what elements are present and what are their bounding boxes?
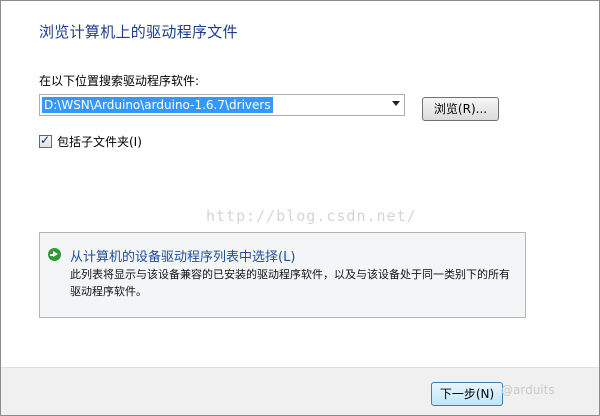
include-subfolders-row[interactable]: ✓ 包括子文件夹(I) (39, 133, 142, 149)
checkmark-icon: ✓ (40, 132, 51, 147)
green-arrow-icon (48, 248, 61, 261)
driver-path-input[interactable]: D:\WSN\Arduino\arduino-1.6.7\drivers (42, 97, 273, 113)
search-location-label: 在以下位置搜索驱动程序软件: (39, 74, 200, 88)
center-watermark: http://blog.csdn.net/ (206, 207, 417, 225)
driver-browse-dialog: 浏览计算机上的驱动程序文件 在以下位置搜索驱动程序软件: D:\WSN\Ardu… (0, 0, 600, 416)
footer-watermark: @arduits (501, 383, 555, 397)
dialog-footer: 下一步(N) @arduits (1, 367, 599, 415)
pick-from-list-title[interactable]: 从计算机的设备驱动程序列表中选择(L) (70, 246, 295, 265)
pick-from-list-option[interactable]: 从计算机的设备驱动程序列表中选择(L) 此列表将显示与该设备兼容的已安装的驱动程… (39, 232, 526, 318)
dropdown-arrow-icon[interactable] (392, 101, 400, 106)
driver-path-combobox[interactable]: D:\WSN\Arduino\arduino-1.6.7\drivers (39, 94, 405, 116)
pick-from-list-description: 此列表将显示与该设备兼容的已安装的驱动程序软件，以及与该设备处于同一类别下的所有… (70, 268, 510, 298)
browse-button[interactable]: 浏览(R)... (422, 97, 499, 121)
include-subfolders-checkbox[interactable]: ✓ (39, 132, 52, 148)
next-button[interactable]: 下一步(N) (431, 382, 503, 406)
include-subfolders-label[interactable]: 包括子文件夹(I) (57, 133, 142, 150)
dialog-title: 浏览计算机上的驱动程序文件 (39, 23, 238, 41)
